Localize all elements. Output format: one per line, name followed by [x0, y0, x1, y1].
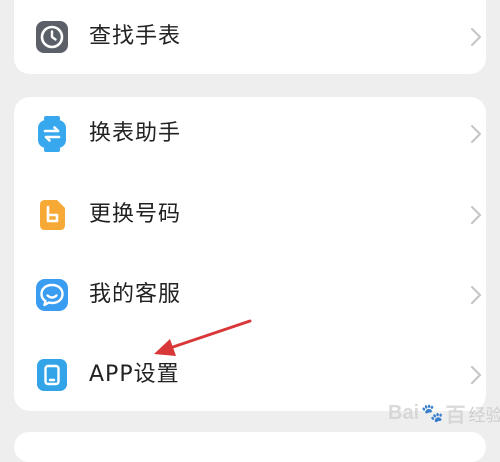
menu-item-label: 我的客服	[89, 282, 182, 307]
chevron-right-icon	[470, 27, 482, 47]
menu-group-3	[14, 432, 486, 462]
watch-face-icon	[34, 19, 70, 55]
number-card-icon	[34, 197, 70, 233]
chevron-right-icon	[470, 205, 482, 225]
menu-item-label: 换表助手	[89, 121, 182, 146]
chevron-right-icon	[470, 285, 482, 305]
chevron-right-icon	[470, 124, 482, 144]
menu-item-change-number[interactable]: 更换号码	[14, 185, 486, 245]
menu-item-find-watch[interactable]: 查找手表	[14, 7, 486, 67]
phone-settings-icon	[34, 357, 70, 393]
menu-group-1: 查找手表	[14, 0, 486, 74]
menu-item-swap-helper[interactable]: 换表助手	[14, 104, 486, 164]
chevron-right-icon	[470, 365, 482, 385]
paw-icon: 🐾	[421, 402, 444, 423]
watermark-suffix: 经验	[468, 405, 500, 425]
menu-item-label: APP设置	[89, 362, 180, 387]
menu-item-label: 查找手表	[89, 24, 182, 49]
swap-arrows-icon	[34, 116, 70, 152]
menu-item-label: 更换号码	[89, 202, 182, 227]
watermark-logo: Bai 🐾 百 经验	[388, 398, 500, 428]
watermark-brand-right: 百	[445, 404, 466, 427]
chat-bubble-icon	[34, 277, 70, 313]
annotation-arrow	[150, 315, 255, 365]
watermark-brand-left: Bai	[388, 401, 420, 424]
